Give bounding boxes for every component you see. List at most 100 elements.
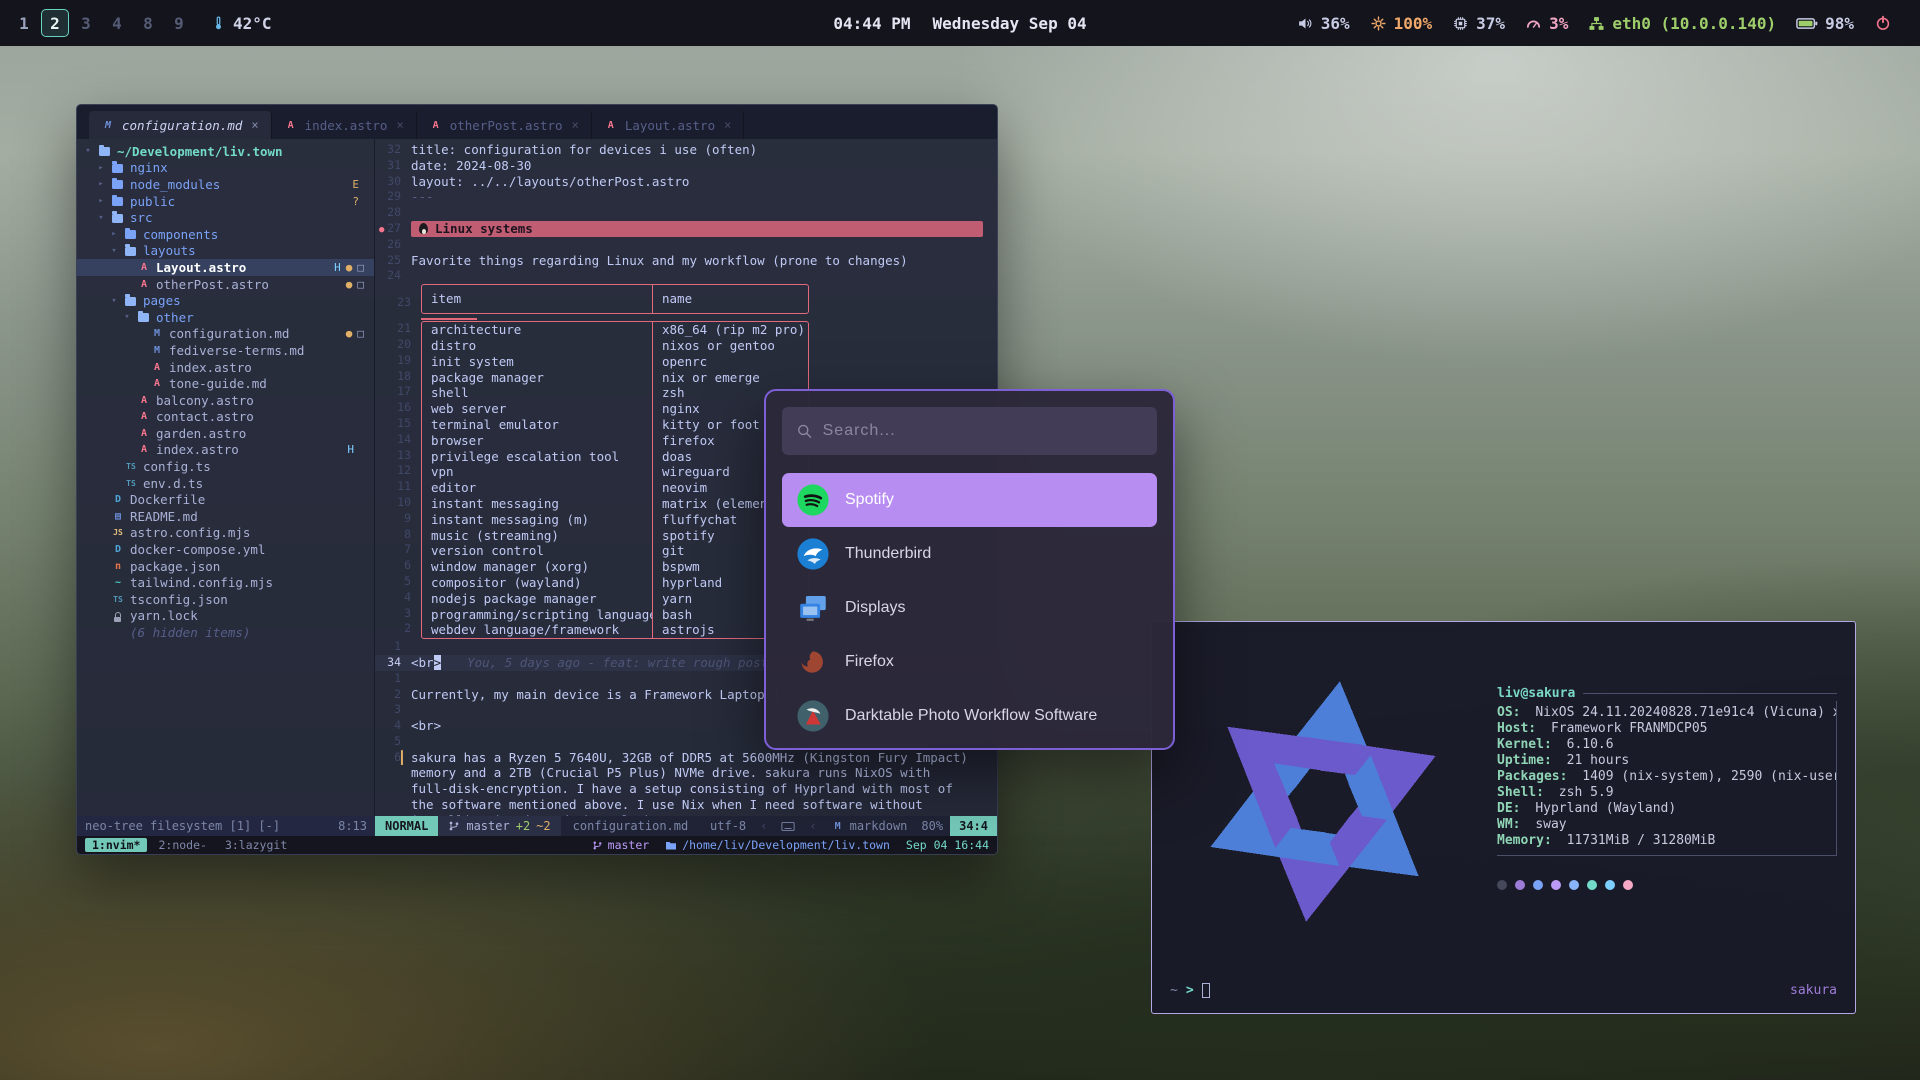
tab-close-icon[interactable]: × [572,118,579,132]
speaker-icon [1297,15,1314,32]
expand-arrow-icon[interactable]: ▾ [96,213,106,223]
line-number: 27 [375,221,411,237]
power-button[interactable] [1874,14,1892,32]
tmux-window[interactable]: 1:nvim* [85,838,147,852]
tmux-window[interactable]: 2:node- [151,838,213,852]
expand-arrow-icon[interactable]: ▸ [96,163,106,173]
tab-close-icon[interactable]: × [396,118,403,132]
fetch-info-box: OS: NixOS 24.11.20240828.71e91c4 (Vicuna… [1497,701,1837,856]
launcher-item[interactable]: Displays [782,581,1157,635]
tree-item[interactable]: ▾ src [77,209,374,226]
network-module[interactable]: eth0 (10.0.0.140) [1588,14,1776,33]
tree-item[interactable]: index.astro H [77,442,374,459]
tree-item[interactable]: README.md [77,508,374,525]
palette-dot [1569,880,1579,890]
tree-item[interactable]: ▸ components [77,226,374,243]
filetype-icon [429,119,443,131]
tree-item[interactable]: garden.astro [77,425,374,442]
tree-item[interactable]: ▸ public ? [77,193,374,210]
expand-arrow-icon[interactable]: ▸ [109,229,119,239]
file-icon [111,494,125,506]
tree-item[interactable]: ▾ layouts [77,243,374,260]
expand-arrow-icon[interactable]: ▸ [96,179,106,189]
brightness-module[interactable]: 100% [1370,14,1433,33]
tree-item[interactable]: Dockerfile [77,491,374,508]
tree-item[interactable]: config.ts [77,458,374,475]
shell-prompt[interactable]: ~ > [1170,983,1210,998]
editor-tab[interactable]: Layout.astro × [592,111,745,139]
tree-item[interactable]: index.astro [77,359,374,376]
tree-item[interactable]: Layout.astro H ● □ [77,259,374,276]
table-cell-item: instant messaging [422,496,652,512]
volume-module[interactable]: 36% [1297,14,1350,33]
line-number: 34 [375,655,411,671]
editor-tab[interactable]: otherPost.astro × [417,111,592,139]
tree-item[interactable]: tailwind.config.mjs [77,574,374,591]
launcher-item[interactable]: Darktable Photo Workflow Software [782,689,1157,743]
file-icon [137,261,151,273]
workspace-button[interactable]: 3 [72,9,100,37]
memory-module[interactable]: 37% [1452,14,1505,33]
editor-tab[interactable]: index.astro × [272,111,417,139]
workspace-button[interactable]: 8 [134,9,162,37]
tab-close-icon[interactable]: × [724,118,731,132]
search-input[interactable] [823,422,1143,440]
tree-item[interactable]: ▾ other [77,309,374,326]
file-name: Dockerfile [130,492,205,507]
expand-arrow-icon[interactable]: ▾ [109,246,119,256]
temperature-module[interactable]: 42°C [211,14,272,33]
battery-module[interactable]: 98% [1796,14,1854,33]
buffer-line: 30 layout: ../../layouts/otherPost.astro [375,174,997,190]
tree-item[interactable]: contact.astro [77,409,374,426]
workspace-button[interactable]: 4 [103,9,131,37]
tree-item[interactable]: docker-compose.yml [77,541,374,558]
memory-value: 37% [1476,14,1505,33]
fetch-info-key: OS: [1497,705,1520,720]
tree-item[interactable]: ▸ node_modules E [77,176,374,193]
workspace-button[interactable]: 9 [165,9,193,37]
tree-item[interactable]: ▾ pages [77,292,374,309]
tree-item[interactable]: balcony.astro [77,392,374,409]
tree-item[interactable]: fediverse-terms.md [77,342,374,359]
table-cell-item: architecture [422,322,652,338]
tree-item[interactable]: otherPost.astro ● □ [77,276,374,293]
tree-item[interactable]: tsconfig.json [77,591,374,608]
file-name: garden.astro [156,426,246,441]
tree-item[interactable]: ▸ nginx [77,160,374,177]
markdown-icon [831,820,845,832]
launcher-item[interactable]: Thunderbird [782,527,1157,581]
tree-item[interactable]: package.json [77,558,374,575]
tree-item[interactable]: tone-guide.md [77,375,374,392]
file-name: README.md [130,509,198,524]
tree-item[interactable]: (6 hidden items) [77,624,374,641]
expand-arrow-icon[interactable]: ▾ [109,296,119,306]
file-icon [111,560,125,572]
palette-dot [1605,880,1615,890]
tree-item[interactable]: configuration.md ● □ [77,326,374,343]
tab-close-icon[interactable]: × [251,118,258,132]
buffer-tabbar: configuration.md × index.astro × otherPo… [77,105,997,139]
tmux-window[interactable]: 3:lazygit [218,838,294,852]
tree-item[interactable]: yarn.lock [77,608,374,625]
cpu-module[interactable]: 3% [1525,14,1568,33]
workspace-button[interactable]: 1 [10,9,38,37]
workspace-button[interactable]: 2 [41,9,69,37]
editor-tab[interactable]: configuration.md × [89,111,272,139]
tree-item[interactable]: env.d.ts [77,475,374,492]
fetch-info-line: Shell: zsh 5.9 [1497,785,1836,801]
git-branch-icon [448,820,460,832]
table-cell-item: music (streaming) [422,528,652,544]
expand-arrow-icon[interactable]: ▾ [83,146,93,156]
tree-item[interactable]: astro.config.mjs [77,525,374,542]
expand-arrow-icon[interactable]: ▸ [96,196,106,206]
launcher-item[interactable]: Firefox [782,635,1157,689]
line-number: 1 [375,671,411,687]
launcher-search[interactable] [782,407,1157,455]
temperature-value: 42°C [233,14,272,33]
file-icon [138,313,149,322]
table-header-item: item [422,285,652,313]
tree-item[interactable]: ▾ ~/Development/liv.town [77,143,374,160]
expand-arrow-icon[interactable]: ▾ [122,312,132,322]
scroll-percent: 80% [914,819,950,833]
launcher-item[interactable]: Spotify [782,473,1157,527]
